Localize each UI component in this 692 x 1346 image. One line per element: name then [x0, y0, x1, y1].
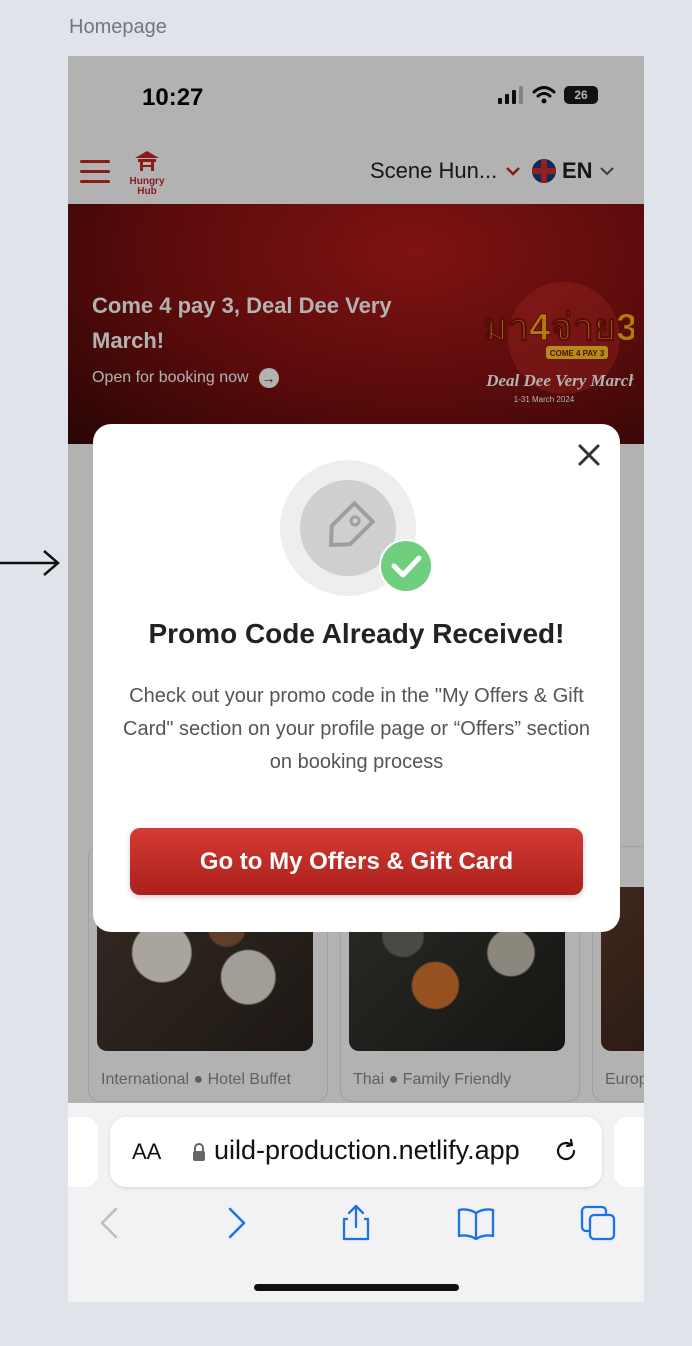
home-indicator[interactable] — [254, 1284, 459, 1291]
tabs-icon[interactable] — [578, 1203, 618, 1243]
back-icon[interactable] — [90, 1203, 130, 1243]
check-icon — [379, 539, 433, 593]
homepage: 10:27 26 Hungry Hub Scene Hun... EN Come… — [68, 56, 644, 1113]
lock-icon — [193, 1143, 205, 1161]
address-bar[interactable]: AA uild-production.netlify.app — [110, 1117, 602, 1187]
browser-bottom-bar: AA uild-production.netlify.app — [68, 1103, 644, 1302]
url-text: uild-production.netlify.app — [214, 1135, 520, 1165]
arrow-right-icon — [0, 550, 60, 576]
close-icon[interactable] — [576, 442, 602, 468]
reader-settings-button[interactable]: AA — [132, 1139, 161, 1165]
previous-tab-preview[interactable] — [68, 1117, 98, 1187]
bookmarks-icon[interactable] — [456, 1203, 496, 1243]
share-icon[interactable] — [336, 1203, 376, 1243]
modal-body: Check out your promo code in the "My Off… — [123, 685, 590, 773]
promo-received-modal: Promo Code Already Received! Check out y… — [93, 424, 620, 932]
promo-tag-illustration — [280, 460, 433, 596]
frame-label: Homepage — [69, 16, 167, 38]
go-to-offers-button[interactable]: Go to My Offers & Gift Card — [130, 828, 583, 895]
modal-title: Promo Code Already Received! — [148, 618, 565, 649]
next-tab-preview[interactable] — [614, 1117, 644, 1187]
phone-screen: 10:27 26 Hungry Hub Scene Hun... EN Come… — [68, 56, 644, 1302]
forward-icon[interactable] — [216, 1203, 256, 1243]
browser-toolbar — [68, 1203, 644, 1253]
reload-icon[interactable] — [552, 1137, 580, 1165]
